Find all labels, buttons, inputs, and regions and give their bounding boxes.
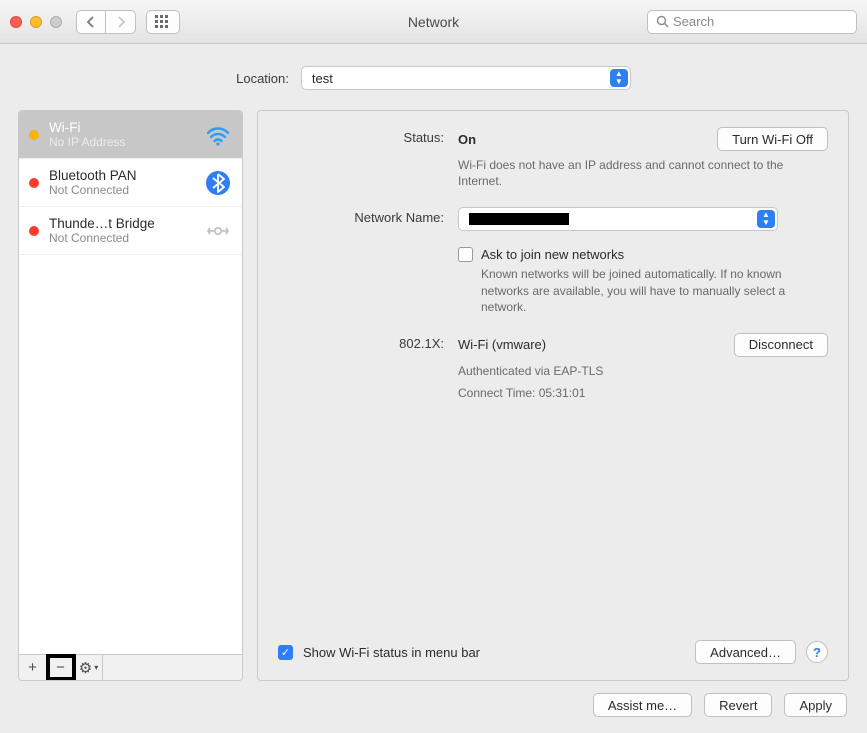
minimize-window-button[interactable] [30,16,42,28]
revert-button[interactable]: Revert [704,693,772,717]
sidebar-toolbar: + − ⚙︎▾ [19,654,242,680]
sidebar-item-sub: Not Connected [49,231,194,245]
status-row: Status: On Turn Wi-Fi Off Wi-Fi does not… [278,127,828,189]
network-name-label: Network Name: [278,207,458,225]
assist-me-button[interactable]: Assist me… [593,693,692,717]
stepper-icon: ▲▼ [610,69,628,87]
sidebar-item-sub: No IP Address [49,135,194,149]
status-dot [29,226,39,236]
status-dot [29,130,39,140]
toggle-wifi-button[interactable]: Turn Wi-Fi Off [717,127,828,151]
apply-button[interactable]: Apply [784,693,847,717]
zoom-window-button[interactable] [50,16,62,28]
prefs-window: Network Search Location: test ▲▼ Wi-Fi N… [0,0,867,733]
thunderbolt-bridge-icon [204,217,232,245]
sidebar-item-name: Thunde…t Bridge [49,216,194,231]
network-name-select[interactable]: ▲▼ [458,207,778,231]
ask-to-join-checkbox[interactable] [458,247,473,262]
back-button[interactable] [76,10,106,34]
gear-icon: ⚙︎ [79,659,92,677]
body: Wi-Fi No IP Address Bluetooth PAN Not Co… [0,100,867,681]
search-icon [656,15,669,28]
ask-to-join-label: Ask to join new networks [481,247,791,262]
sidebar-item-name: Wi-Fi [49,120,194,135]
show-wifi-menubar-label: Show Wi-Fi status in menu bar [303,645,480,660]
forward-button[interactable] [106,10,136,34]
show-wifi-menubar-checkbox[interactable]: ✓ [278,645,293,660]
titlebar: Network Search [0,0,867,44]
chevron-left-icon [86,16,96,28]
wifi-icon [204,121,232,149]
remove-service-button[interactable]: − [47,655,75,680]
search-field[interactable]: Search [647,10,857,34]
add-service-button[interactable]: + [19,655,47,680]
bluetooth-icon [204,169,232,197]
location-label: Location: [236,71,289,86]
dot1x-disconnect-button[interactable]: Disconnect [734,333,828,357]
service-list: Wi-Fi No IP Address Bluetooth PAN Not Co… [19,111,242,654]
dot1x-label: 802.1X: [278,333,458,351]
dot1x-connect-time: Connect Time: 05:31:01 [458,385,828,401]
dot1x-row: 802.1X: Wi-Fi (vmware) Disconnect Authen… [278,333,828,401]
ask-to-join-description: Known networks will be joined automatica… [481,266,791,315]
service-actions-button[interactable]: ⚙︎▾ [75,655,103,680]
dot1x-auth-line: Authenticated via EAP-TLS [458,363,828,379]
advanced-button[interactable]: Advanced… [695,640,796,664]
network-name-value-redacted [469,213,569,225]
close-window-button[interactable] [10,16,22,28]
grid-icon [155,15,171,29]
panel-bottom-bar: ✓ Show Wi-Fi status in menu bar Advanced… [278,640,828,664]
location-value: test [312,71,333,86]
network-name-row: Network Name: ▲▼ Ask to join new network… [278,207,828,315]
help-button[interactable]: ? [806,641,828,663]
show-all-button[interactable] [146,10,180,34]
service-sidebar: Wi-Fi No IP Address Bluetooth PAN Not Co… [18,110,243,681]
sidebar-item-wifi[interactable]: Wi-Fi No IP Address [19,111,242,159]
detail-panel: Status: On Turn Wi-Fi Off Wi-Fi does not… [257,110,849,681]
status-label: Status: [278,127,458,145]
dot1x-profile: Wi-Fi (vmware) [458,337,546,352]
sidebar-item-thunderbolt-bridge[interactable]: Thunde…t Bridge Not Connected [19,207,242,255]
nav-buttons [76,10,136,34]
traffic-lights [10,16,62,28]
stepper-icon: ▲▼ [757,210,775,228]
sidebar-item-sub: Not Connected [49,183,194,197]
search-placeholder: Search [673,14,714,29]
status-dot [29,178,39,188]
footer: Assist me… Revert Apply [0,681,867,733]
status-value: On [458,132,476,147]
chevron-down-icon: ▾ [94,663,98,672]
sidebar-item-name: Bluetooth PAN [49,168,194,183]
chevron-right-icon [116,16,126,28]
location-row: Location: test ▲▼ [0,44,867,100]
status-description: Wi-Fi does not have an IP address and ca… [458,157,828,189]
sidebar-item-bluetooth-pan[interactable]: Bluetooth PAN Not Connected [19,159,242,207]
location-select[interactable]: test ▲▼ [301,66,631,90]
